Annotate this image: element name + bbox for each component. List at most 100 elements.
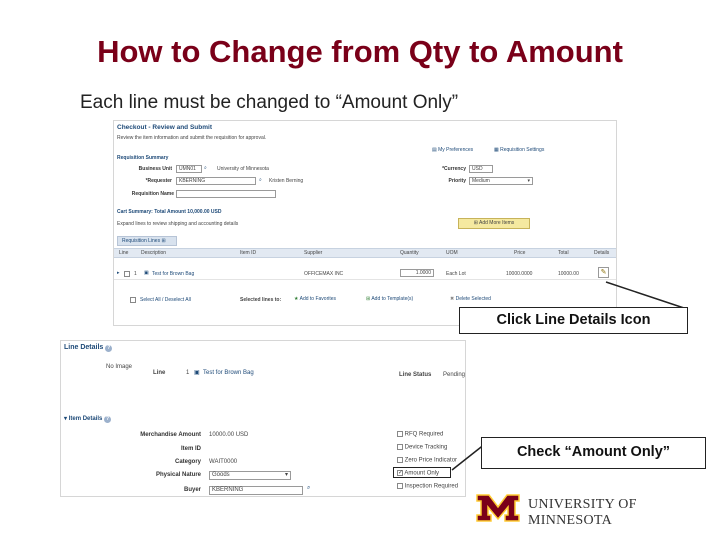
collapse-icon: ▾ bbox=[64, 416, 68, 422]
add-icon: ⊞ bbox=[473, 220, 478, 226]
col-item-id: Item ID bbox=[240, 250, 257, 256]
cart-summary: Cart Summary: Total Amount 10,000.00 USD bbox=[117, 209, 222, 215]
summary-title: Requisition Summary bbox=[117, 155, 169, 161]
currency-input[interactable]: USD bbox=[469, 165, 493, 173]
selected-lines-label: Selected lines to: bbox=[240, 297, 282, 303]
inspection-checkbox bbox=[397, 483, 403, 489]
line-description-link[interactable]: Test for Brown Bag bbox=[203, 370, 254, 376]
checkbox-amount-only[interactable]: ✓ Amount Only bbox=[397, 470, 439, 477]
merch-amount-value: 10000.00 USD bbox=[209, 432, 249, 438]
requisition-name-label: Requisition Name bbox=[131, 191, 174, 197]
requester-lookup-icon[interactable]: ⌕ bbox=[259, 177, 262, 183]
line-label: Line bbox=[153, 370, 166, 376]
requisition-settings-link[interactable]: ▦ Requisition Settings bbox=[494, 147, 544, 153]
item-type-icon: ▣ bbox=[194, 370, 200, 376]
help-icon: ? bbox=[104, 416, 112, 423]
col-line: Line bbox=[119, 250, 129, 256]
slide-subtitle: Each line must be changed to “Amount Onl… bbox=[80, 92, 459, 113]
row-uom: Each Lot bbox=[446, 271, 466, 277]
item-details-toggle[interactable]: ▾ Item Details ? bbox=[64, 415, 112, 423]
row-price: 10000.0000 bbox=[506, 271, 533, 277]
callout-amount-only: Check “Amount Only” bbox=[481, 437, 706, 469]
row-description-link[interactable]: Test for Brown Bag bbox=[152, 271, 194, 277]
zero-price-checkbox bbox=[397, 457, 403, 463]
row-quantity-input[interactable]: 1.0000 bbox=[400, 269, 434, 277]
business-unit-desc: University of Minnesota bbox=[217, 166, 269, 172]
requester-input[interactable]: KBERNING bbox=[176, 177, 256, 185]
requester-desc: Kristen Berning bbox=[269, 178, 304, 184]
checkout-title: Checkout - Review and Submit bbox=[117, 124, 212, 131]
connector-line-details bbox=[605, 281, 685, 309]
checkout-screenshot: Checkout - Review and Submit Review the … bbox=[113, 120, 617, 326]
checkout-intro: Review the item information and submit t… bbox=[117, 135, 267, 141]
priority-select[interactable]: Medium ▾ bbox=[469, 177, 533, 185]
row-select-checkbox[interactable] bbox=[124, 271, 130, 277]
tab-options-icon: ⊞ bbox=[161, 238, 166, 244]
slide-title: How to Change from Qty to Amount bbox=[97, 34, 623, 69]
preferences-icon: ▤ bbox=[432, 147, 437, 153]
col-description: Description bbox=[141, 250, 167, 256]
line-value: 1 bbox=[186, 370, 190, 376]
delete-icon: ✖ bbox=[450, 296, 455, 302]
add-more-items-button[interactable]: ⊞ Add More Items bbox=[458, 218, 530, 229]
select-all-checkbox[interactable] bbox=[130, 297, 136, 303]
merch-amount-label: Merchandise Amount bbox=[140, 432, 201, 438]
template-icon: ⊞ bbox=[366, 296, 371, 302]
expand-row-icon[interactable]: ▸ bbox=[117, 270, 120, 276]
checkbox-device-tracking[interactable]: Device Tracking bbox=[397, 444, 447, 451]
lines-table-header bbox=[114, 248, 616, 258]
requester-label: *Requester bbox=[145, 178, 172, 184]
col-supplier: Supplier bbox=[304, 250, 323, 256]
col-total: Total bbox=[558, 250, 569, 256]
row-total: 10000.00 bbox=[558, 271, 579, 277]
priority-label: Priority bbox=[448, 178, 466, 184]
currency-label: *Currency bbox=[442, 166, 466, 172]
chevron-down-icon: ▾ bbox=[284, 472, 288, 478]
add-to-favorites-link[interactable]: ★ Add to Favorites bbox=[294, 296, 336, 302]
settings-icon: ▦ bbox=[494, 147, 499, 153]
no-image-text: No Image bbox=[106, 364, 133, 370]
checkbox-zero-price[interactable]: Zero Price Indicator bbox=[397, 457, 457, 464]
checkbox-rfq-required[interactable]: RFQ Required bbox=[397, 431, 443, 438]
row-supplier: OFFICEMAX INC bbox=[304, 271, 344, 277]
checkbox-inspection-required[interactable]: Inspection Required bbox=[397, 483, 458, 490]
expand-text: Expand lines to review shipping and acco… bbox=[117, 221, 239, 227]
line-details-title: Line Details ? bbox=[64, 344, 113, 352]
business-unit-input[interactable]: UMN01 bbox=[176, 165, 202, 173]
callout-line-details-icon: Click Line Details Icon bbox=[459, 307, 688, 334]
buyer-lookup-icon[interactable]: ⌕ bbox=[307, 485, 310, 492]
device-tracking-checkbox bbox=[397, 444, 403, 450]
physical-nature-label: Physical Nature bbox=[155, 472, 201, 478]
select-all-link[interactable]: Select All / Deselect All bbox=[140, 297, 191, 303]
row-item-type-icon: ▣ bbox=[144, 270, 149, 276]
line-status-value: Pending bbox=[443, 372, 466, 378]
line-details-screenshot: Line Details ? No Image Line 1 ▣ Test fo… bbox=[60, 340, 466, 497]
university-wordmark: University of Minnesota bbox=[528, 497, 637, 528]
requisition-name-input[interactable] bbox=[176, 190, 276, 198]
business-unit-lookup-icon[interactable]: ⌕ bbox=[204, 165, 207, 171]
university-m-logo bbox=[476, 494, 520, 522]
category-value: WAIT0000 bbox=[209, 459, 238, 465]
business-unit-label: Business Unit bbox=[138, 166, 172, 172]
buyer-input[interactable]: KBERNING bbox=[209, 486, 303, 495]
physical-nature-select[interactable]: Goods ▾ bbox=[209, 471, 291, 480]
my-preferences-link[interactable]: ▤ My Preferences bbox=[432, 147, 473, 153]
amount-only-checkbox: ✓ bbox=[397, 470, 404, 476]
favorites-icon: ★ bbox=[294, 296, 299, 302]
item-id-label: Item ID bbox=[180, 446, 201, 452]
col-uom: UOM bbox=[446, 250, 458, 256]
col-details: Details bbox=[594, 250, 610, 256]
line-details-icon[interactable]: ✎ bbox=[598, 267, 609, 278]
add-to-template-link[interactable]: ⊞ Add to Template(s) bbox=[366, 296, 413, 302]
category-label: Category bbox=[174, 459, 201, 465]
buyer-label: Buyer bbox=[183, 487, 201, 493]
tab-requisition-lines[interactable]: Requisition Lines ⊞ bbox=[117, 236, 177, 246]
rfq-checkbox bbox=[397, 431, 403, 437]
col-price: Price bbox=[514, 250, 526, 256]
help-icon: ? bbox=[105, 345, 113, 352]
line-status-label: Line Status bbox=[399, 372, 432, 378]
col-quantity: Quantity bbox=[400, 250, 419, 256]
row-line-number: 1 bbox=[134, 271, 137, 277]
chevron-down-icon: ▾ bbox=[527, 178, 530, 184]
delete-selected-link[interactable]: ✖ Delete Selected bbox=[450, 296, 491, 302]
